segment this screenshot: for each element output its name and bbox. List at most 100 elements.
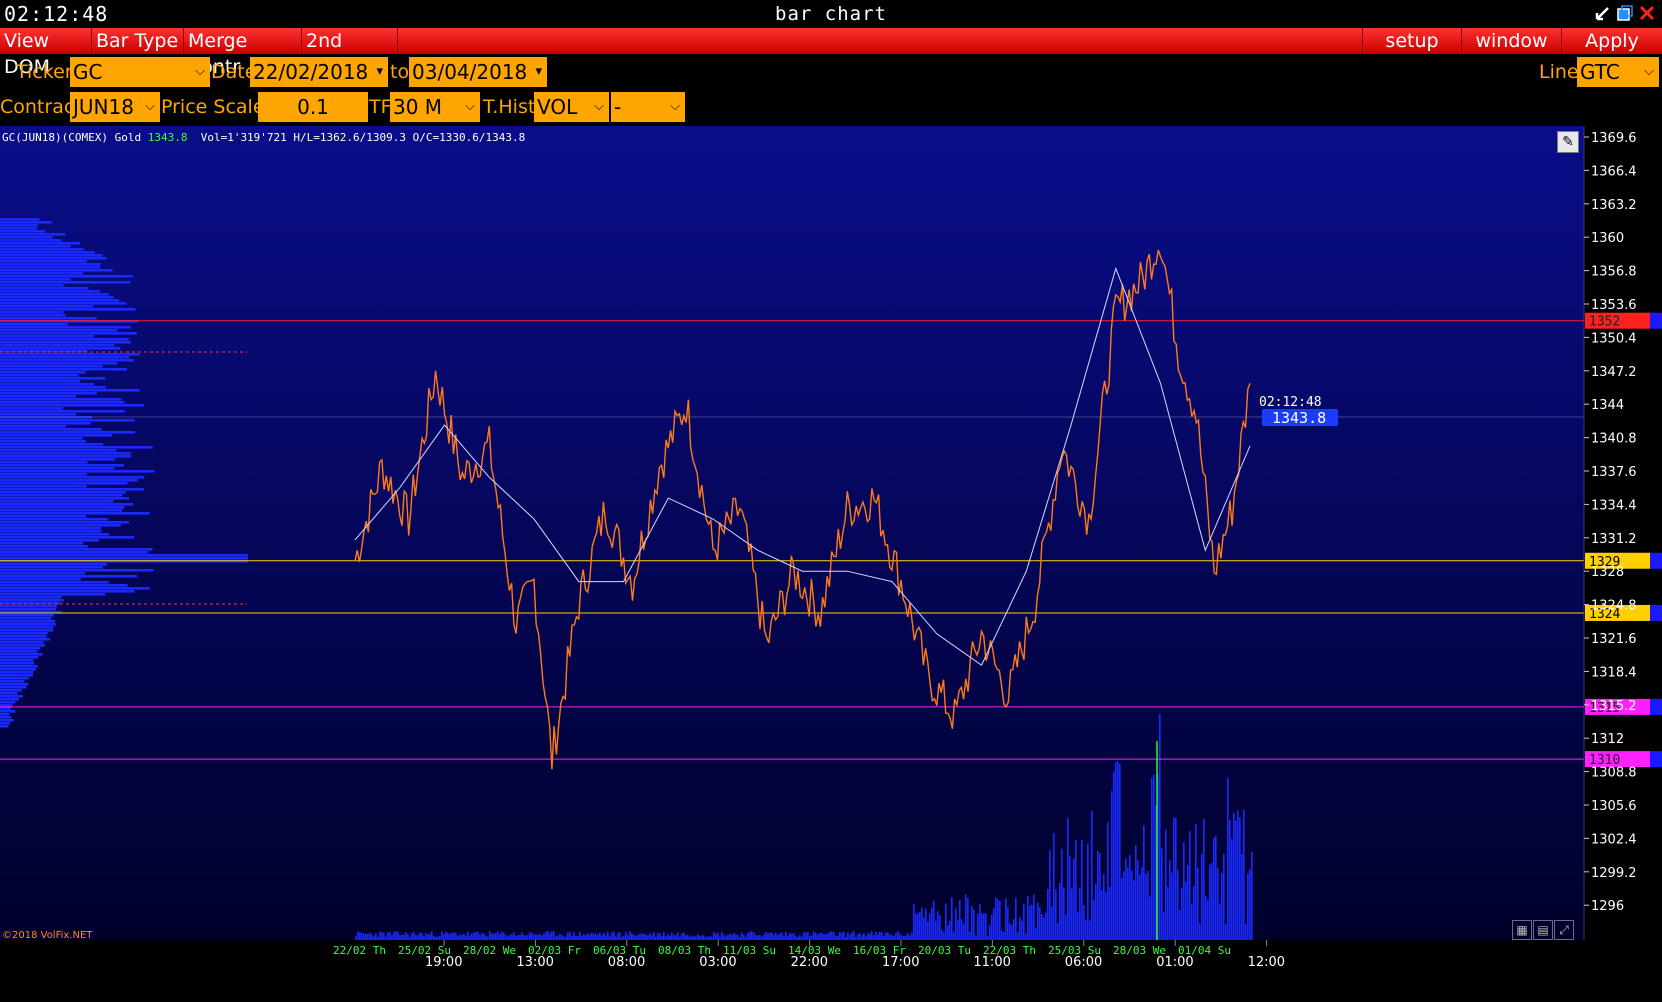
merge-contr-button[interactable]: Merge Contr: [184, 28, 302, 78]
volume-bar: [855, 936, 857, 940]
ticker-select[interactable]: GC ⌵: [70, 57, 210, 87]
volume-bar: [1097, 850, 1099, 940]
profile-bar: [0, 434, 113, 437]
volume-bar: [967, 898, 969, 940]
date-to-select[interactable]: 03/04/2018 ▾: [409, 57, 547, 87]
volume-bar: [479, 934, 481, 940]
profile-bar: [0, 383, 95, 386]
volume-bar: [1129, 854, 1131, 940]
volume-bar: [461, 934, 463, 940]
profile-bar: [0, 464, 124, 467]
extra-select[interactable]: - ⌵: [611, 92, 685, 122]
profile-bar: [0, 491, 126, 494]
profile-bar: [0, 662, 35, 665]
volume-bar: [843, 931, 845, 940]
volume-bar: [797, 936, 799, 940]
volume-bar: [715, 933, 717, 940]
chevron-down-icon: ⌵: [594, 99, 604, 114]
volume-bar: [463, 933, 465, 940]
volume-bar: [575, 935, 577, 940]
layout-icon[interactable]: ▤: [1533, 920, 1553, 940]
current-time-label: 02:12:48: [1259, 395, 1322, 410]
volume-bar: [473, 932, 475, 940]
volume-bar: [377, 936, 379, 940]
stats-last: 1343.8: [147, 131, 188, 144]
volume-bar: [433, 935, 435, 940]
profile-bar: [0, 701, 16, 704]
thist-select[interactable]: VOL ⌵: [534, 92, 609, 122]
volume-bar: [773, 935, 775, 940]
volume-bar: [875, 931, 877, 940]
profile-bar: [0, 239, 62, 242]
tf-select[interactable]: 30 M ⌵: [390, 92, 480, 122]
volume-bar: [1011, 925, 1013, 940]
date-from-select[interactable]: 22/02/2018 ▾: [250, 57, 388, 87]
volume-bar: [449, 933, 451, 940]
volume-bar: [423, 936, 425, 940]
profile-bar: [0, 593, 106, 596]
volume-bar: [505, 934, 507, 940]
volume-bar: [481, 933, 483, 940]
profile-bar: [0, 323, 68, 326]
volume-bar: [885, 932, 887, 940]
volume-bar: [1209, 864, 1211, 940]
line-select[interactable]: GTC ⌵: [1577, 57, 1659, 87]
volume-bar: [1247, 873, 1249, 940]
apply-button[interactable]: Apply: [1562, 28, 1662, 54]
volume-bar: [459, 934, 461, 940]
volume-bar: [737, 934, 739, 940]
volume-bar: [929, 913, 931, 940]
volume-bar: [789, 933, 791, 940]
volume-bar: [545, 931, 547, 940]
volume-bar: [607, 931, 609, 940]
window-button[interactable]: window: [1462, 28, 1562, 54]
contract-value: JUN18: [73, 95, 134, 119]
price-tick-label: 1328: [1591, 565, 1624, 580]
profile-bar: [0, 287, 89, 290]
profile-bar: [0, 500, 114, 503]
price-scale-input[interactable]: 0.1: [258, 92, 368, 122]
volume-bar: [917, 913, 919, 940]
volume-bar: [755, 934, 757, 940]
price-chart[interactable]: 13521329132413151310 1369.61366.41363.21…: [0, 126, 1662, 1002]
profile-bar: [0, 392, 97, 395]
price-tick-label: 1299.2: [1591, 866, 1637, 881]
view-dom-button[interactable]: View DOM: [0, 28, 92, 78]
volume-bar: [465, 935, 467, 940]
volume-bar: [375, 933, 377, 940]
volume-bar: [961, 919, 963, 940]
volume-bar: [879, 931, 881, 940]
minimize-icon[interactable]: [1594, 4, 1612, 22]
profile-bar: [0, 566, 103, 569]
volume-bar: [1135, 845, 1137, 940]
grid-icon[interactable]: ▦: [1512, 920, 1532, 940]
second-chart-button[interactable]: 2nd Chart: [302, 28, 398, 78]
bar-type-button[interactable]: Bar Type: [92, 28, 184, 54]
volume-bar: [1159, 714, 1161, 940]
time-tick-label: 03:00: [699, 955, 736, 970]
volume-bar: [895, 933, 897, 940]
expand-icon[interactable]: ⤢: [1554, 920, 1574, 940]
setup-button[interactable]: setup: [1362, 28, 1462, 54]
volume-bar: [359, 931, 361, 940]
volume-bar: [739, 936, 741, 940]
ticker-value: GC: [73, 60, 103, 84]
profile-bar: [0, 473, 88, 476]
volume-bar: [399, 934, 401, 940]
volume-bar: [763, 934, 765, 940]
volume-bar: [543, 933, 545, 940]
close-icon[interactable]: [1638, 4, 1656, 22]
volume-bar: [693, 936, 695, 940]
volume-bar: [691, 935, 693, 940]
pencil-icon[interactable]: ✎: [1557, 131, 1579, 153]
contract-select[interactable]: JUN18 ⌵: [70, 92, 160, 122]
volume-bar: [1229, 819, 1231, 940]
restore-icon[interactable]: [1616, 4, 1634, 22]
profile-bar: [0, 314, 66, 317]
volume-bar: [569, 931, 571, 940]
profile-bar: [0, 686, 27, 689]
volume-bar: [1033, 894, 1035, 940]
volume-bar: [999, 900, 1001, 940]
volume-bar: [467, 931, 469, 940]
volume-bar: [493, 933, 495, 940]
